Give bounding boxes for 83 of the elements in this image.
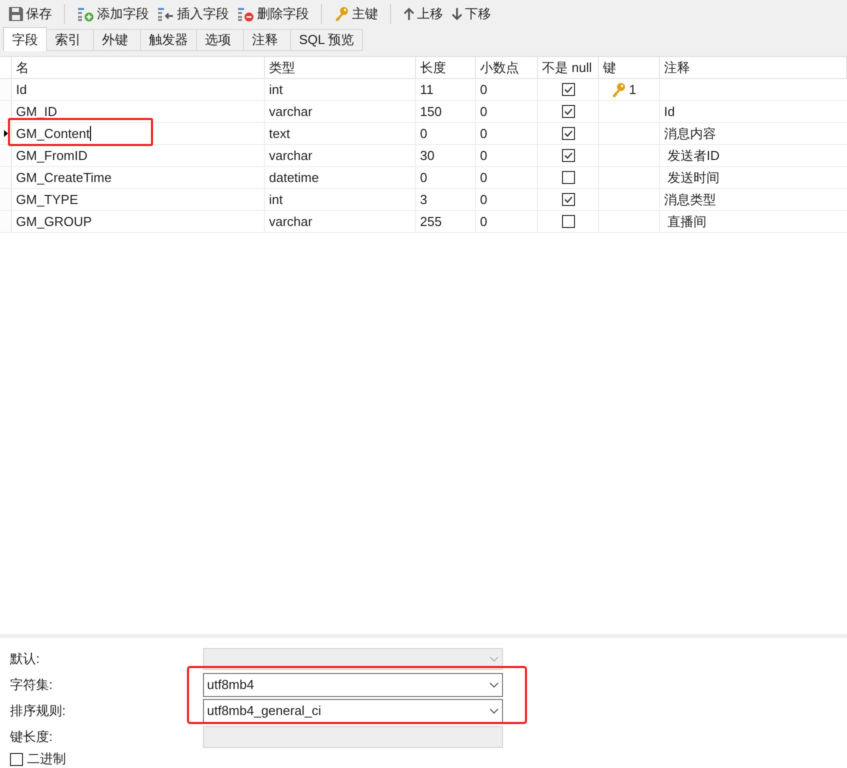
table-cell[interactable]: GM_Content [12,123,265,144]
chevron-down-icon [489,656,499,662]
tab[interactable]: 触发器 [140,29,197,51]
chevron-down-icon [489,682,499,688]
table-cell-text: 消息内容 [664,124,716,143]
table-cell: int [265,189,416,210]
table-cell: datetime [265,167,416,188]
toolbar-button[interactable]: 添加字段 [75,2,151,24]
table-cell: text [265,123,416,144]
table-cell: 0 [476,211,538,232]
tab[interactable]: SQL 预览 [290,29,364,51]
column-header[interactable]: 长度 [416,57,476,78]
tab[interactable]: 索引 [46,29,94,51]
table-cell: 0 [416,167,476,188]
checkbox[interactable] [10,752,23,766]
table-cell-text: 发送者ID [666,146,720,165]
table-cell-text: 消息类型 [664,190,716,209]
key-icon [611,82,627,98]
table-cell: 0 [476,145,538,166]
dropdown[interactable]: utf8mb4 [203,673,503,697]
field-label: 字符集: [10,676,54,694]
checkbox[interactable] [562,127,574,140]
table-cell: varchar [265,145,416,166]
field-label: 默认: [10,650,41,668]
table-cell[interactable]: GM_CreateTime [12,167,265,188]
checkbox-label: 二进制 [27,752,66,766]
tab[interactable]: 外键 [93,29,141,51]
table-cell: 150 [416,101,476,122]
toolbar-button[interactable]: 插入字段 [155,2,231,24]
table-cell: 0 [476,123,538,144]
table-cell[interactable]: GM_FromID [12,145,265,166]
table-cell-text: 直播间 [666,212,707,231]
checkbox[interactable] [562,149,574,162]
toolbar-button[interactable]: 下移 [449,2,493,24]
checkbox[interactable] [562,83,574,96]
chevron-down-icon [489,708,499,714]
row-pointer-icon [4,130,8,137]
arrow-up-icon [403,6,415,20]
save-icon [8,6,24,22]
delete-column-icon [237,6,255,22]
table-cell: varchar [265,211,416,232]
table-cell: 0 [476,79,538,100]
table-cell[interactable]: GM_GROUP [12,211,265,232]
table-cell-text: Id [664,102,675,121]
table-cell: int [265,79,416,100]
field-label: 键长度: [10,728,54,746]
table-cell: 0 [476,101,538,122]
tab[interactable]: 选项 [196,29,244,51]
checkbox[interactable] [562,215,574,228]
toolbar-button[interactable]: 上移 [401,2,445,24]
key-icon [334,6,350,22]
field-label: 排序规则: [10,702,67,720]
toolbar-button[interactable]: 删除字段 [235,2,311,24]
table-cell[interactable]: GM_TYPE [12,189,265,210]
tab[interactable]: 注释 [243,29,291,51]
tab[interactable]: 字段 [3,27,47,51]
insert-column-icon [157,6,175,22]
table-cell: 11 [416,79,476,100]
table-cell: 0 [476,189,538,210]
table-cell[interactable]: Id [12,79,265,100]
column-header[interactable]: 不是 null [538,57,599,78]
toolbar-button[interactable]: 主键 [332,2,380,24]
checkbox[interactable] [562,105,574,118]
column-header[interactable]: 注释 [660,57,847,78]
table-cell: 255 [416,211,476,232]
column-header[interactable]: 类型 [265,57,416,78]
table-cell: 30 [416,145,476,166]
column-header[interactable]: 键 [599,57,660,78]
table-cell: 3 [416,189,476,210]
column-header[interactable]: 小数点 [476,57,538,78]
checkbox[interactable] [562,171,574,184]
dropdown[interactable]: utf8mb4_general_ci [203,699,503,723]
toolbar-button[interactable]: 保存 [6,2,54,24]
checkbox[interactable] [562,193,574,206]
table-cell: 0 [416,123,476,144]
table-cell: varchar [265,101,416,122]
column-header[interactable]: 名 [12,57,265,78]
arrow-down-icon [451,6,463,20]
table-cell: 0 [476,167,538,188]
table-cell-text: 发送时间 [666,168,720,187]
add-column-icon [77,6,95,22]
table-cell[interactable]: GM_ID [12,101,265,122]
key-order: 1 [629,80,636,99]
